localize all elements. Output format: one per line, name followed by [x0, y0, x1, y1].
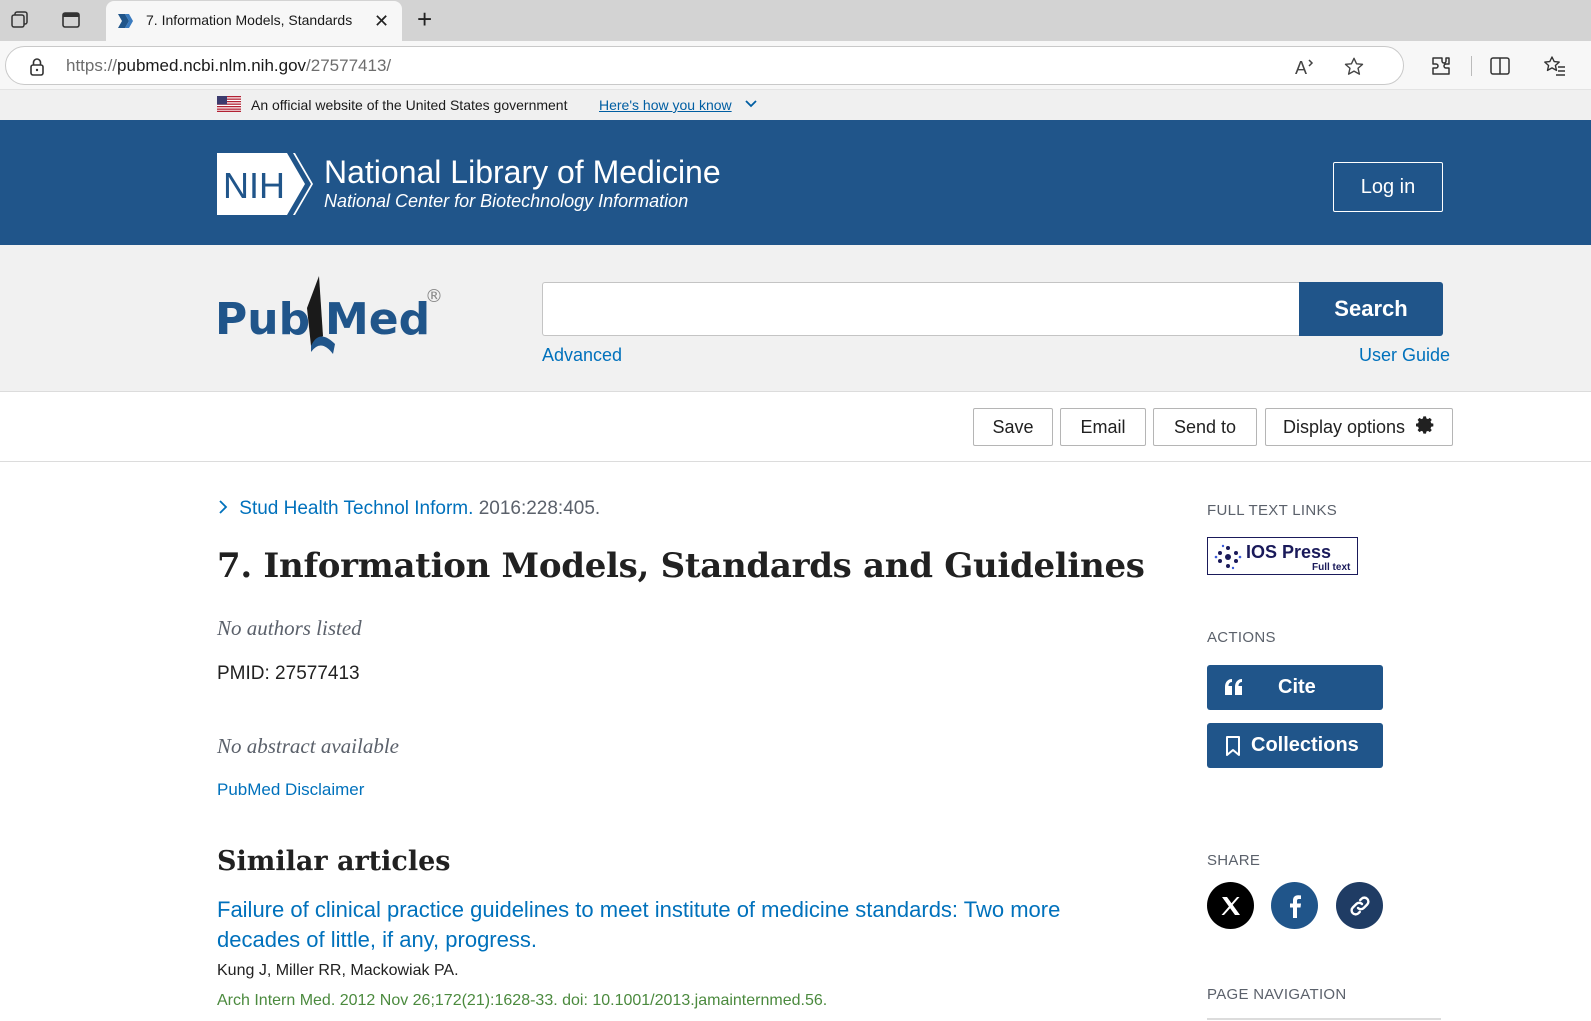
pubmed-logo[interactable]: Pub Med ® [215, 274, 447, 359]
x-twitter-icon[interactable] [1207, 882, 1254, 929]
us-flag-icon [217, 96, 241, 112]
chevron-right-icon[interactable] [218, 498, 234, 520]
share-heading: SHARE [1207, 852, 1261, 869]
collections-button[interactable]: Collections [1207, 723, 1383, 768]
ios-press-logo-icon [1214, 544, 1242, 575]
svg-text:®: ® [425, 286, 443, 307]
journal-link[interactable]: Stud Health Technol Inform. [239, 498, 473, 519]
gov-banner-text: An official website of the United States… [251, 97, 568, 113]
send-to-button[interactable]: Send to [1153, 408, 1257, 446]
page-navigation-divider [1207, 1018, 1441, 1020]
user-guide-link[interactable]: User Guide [1359, 345, 1450, 366]
display-options-label: Display options [1282, 416, 1406, 437]
workspaces-icon[interactable] [9, 9, 31, 31]
extensions-icon[interactable] [1430, 55, 1452, 82]
pmid-text: PMID: 27577413 [217, 663, 360, 684]
search-button[interactable]: Search [1299, 282, 1443, 336]
active-tab[interactable]: 7. Information Models, Standards ✕ [106, 1, 402, 41]
nlm-title[interactable]: National Library of Medicine [324, 154, 721, 191]
abstract-text: No abstract available [217, 734, 399, 758]
ios-press-full-text-link[interactable]: IOS Press Full text [1207, 537, 1358, 575]
copy-link-icon[interactable] [1336, 882, 1383, 929]
journal-info: 2016:228:405. [478, 498, 601, 519]
svg-text:A: A [1295, 58, 1307, 78]
chevron-down-icon[interactable] [744, 96, 758, 115]
ios-full-text-label: Full text [1312, 562, 1351, 573]
cite-button[interactable]: Cite [1207, 665, 1383, 710]
ncbi-header: NIH National Library of Medicine Nationa… [0, 120, 1591, 245]
page-navigation-heading: PAGE NAVIGATION [1207, 986, 1347, 1003]
toolbar-separator [1471, 56, 1472, 76]
address-bar[interactable]: https://pubmed.ncbi.nlm.nih.gov/27577413… [5, 46, 1404, 85]
similar-article-authors: Kung J, Miller RR, Mackowiak PA. [217, 962, 459, 979]
bookmark-icon [1223, 735, 1243, 763]
pubmed-disclaimer-link[interactable]: PubMed Disclaimer [217, 780, 364, 800]
cite-label: Cite [1278, 676, 1316, 698]
favorites-list-icon[interactable] [1543, 55, 1567, 82]
pubmed-search-area: Pub Med ® Search Advanced User Guide [0, 245, 1591, 392]
actions-heading: ACTIONS [1207, 629, 1276, 646]
gov-banner: An official website of the United States… [0, 90, 1591, 120]
browser-tab-bar: 7. Information Models, Standards ✕ + [0, 0, 1591, 41]
article-toolbar: Save Email Send to Display options [0, 392, 1591, 462]
gear-icon [1415, 415, 1435, 440]
split-screen-icon[interactable] [1489, 55, 1511, 82]
svg-text:NIH: NIH [223, 165, 285, 206]
close-icon[interactable]: ✕ [374, 12, 389, 30]
url-text: https://pubmed.ncbi.nlm.nih.gov/27577413… [66, 56, 392, 75]
tab-actions-icon[interactable] [60, 9, 82, 31]
new-tab-icon[interactable]: + [417, 6, 432, 32]
heres-how-you-know-link[interactable]: Here's how you know [599, 97, 732, 113]
svg-text:Med: Med [325, 294, 430, 345]
read-aloud-icon[interactable]: A [1294, 56, 1318, 83]
display-options-button[interactable]: Display options [1265, 408, 1453, 446]
pubmed-favicon [116, 11, 136, 31]
lock-icon[interactable] [28, 57, 46, 82]
journal-citation: Stud Health Technol Inform. 2016:228:405… [218, 498, 600, 520]
authors-text: No authors listed [217, 616, 362, 640]
search-input[interactable] [542, 282, 1299, 336]
advanced-search-link[interactable]: Advanced [542, 345, 622, 366]
tab-title: 7. Information Models, Standards [146, 12, 353, 28]
address-bar-row: https://pubmed.ncbi.nlm.nih.gov/27577413… [0, 41, 1591, 90]
ncbi-subtitle[interactable]: National Center for Biotechnology Inform… [324, 191, 688, 212]
svg-text:Pub: Pub [215, 294, 310, 345]
log-in-button[interactable]: Log in [1333, 162, 1443, 212]
collections-label: Collections [1251, 734, 1359, 756]
save-button[interactable]: Save [973, 408, 1053, 446]
similar-article-title-link[interactable]: Failure of clinical practice guidelines … [217, 895, 1097, 955]
favorite-star-icon[interactable] [1342, 56, 1366, 83]
full-text-links-heading: FULL TEXT LINKS [1207, 502, 1338, 519]
article-title: 7. Information Models, Standards and Gui… [217, 546, 1145, 586]
quote-icon [1223, 677, 1245, 703]
facebook-icon[interactable] [1271, 882, 1318, 929]
similar-articles-heading: Similar articles [217, 846, 451, 877]
nih-logo[interactable]: NIH [217, 153, 315, 220]
similar-article-citation: Arch Intern Med. 2012 Nov 26;172(21):162… [217, 992, 828, 1009]
email-button[interactable]: Email [1060, 408, 1146, 446]
ios-press-label: IOS Press [1246, 542, 1332, 562]
